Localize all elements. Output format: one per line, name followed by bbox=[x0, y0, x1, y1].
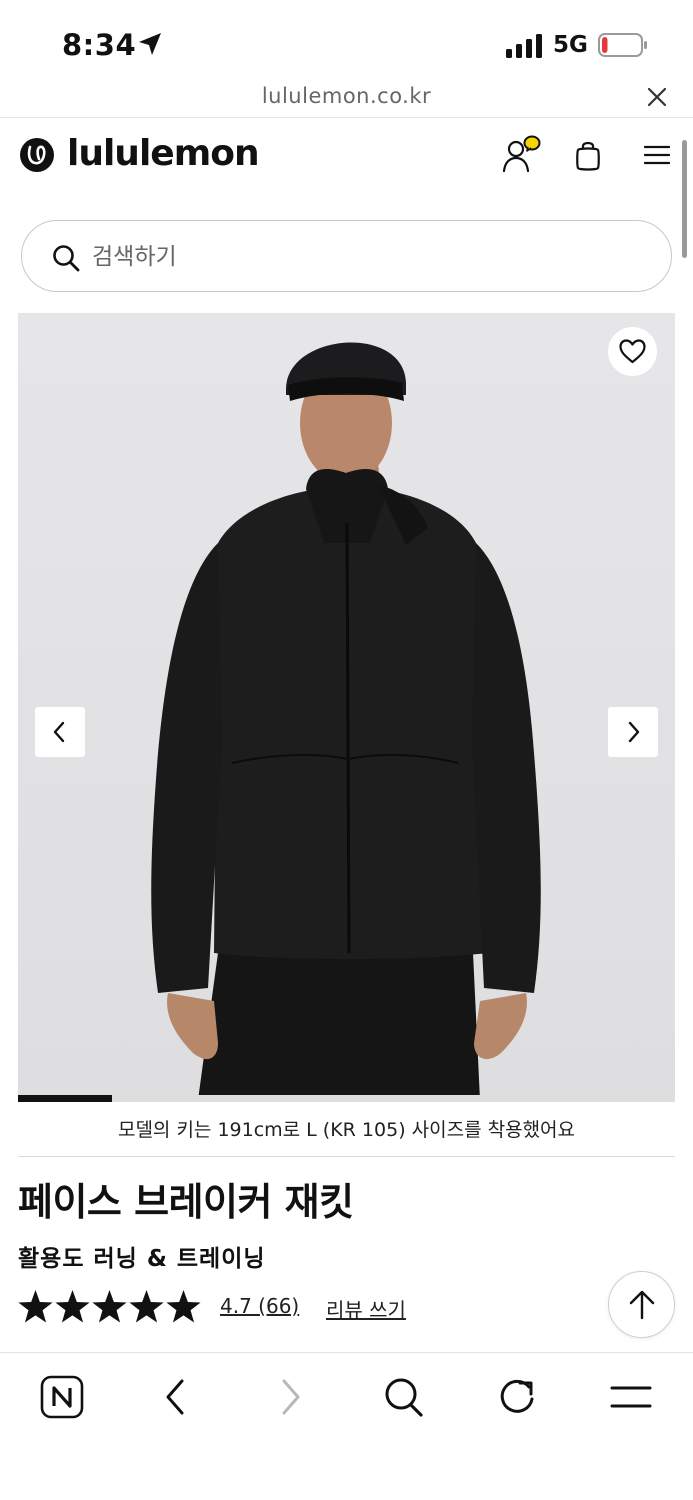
status-bar: 8:34 5G bbox=[0, 0, 693, 86]
star-icon bbox=[55, 1290, 90, 1323]
lululemon-logo-icon[interactable] bbox=[20, 138, 54, 172]
site-header: lululemon bbox=[0, 119, 693, 199]
scroll-to-top-button[interactable] bbox=[608, 1271, 675, 1338]
page-scrollbar[interactable] bbox=[682, 140, 687, 258]
reload-icon[interactable] bbox=[496, 1375, 538, 1419]
gallery-progress-fill bbox=[18, 1095, 112, 1102]
close-icon[interactable] bbox=[646, 86, 668, 108]
hamburger-menu-icon[interactable] bbox=[644, 144, 670, 166]
url-bar[interactable]: lululemon.co.kr bbox=[0, 82, 693, 118]
location-arrow-icon bbox=[139, 33, 161, 55]
star-icon bbox=[166, 1290, 201, 1323]
search-icon bbox=[53, 245, 80, 272]
naver-n-icon[interactable] bbox=[40, 1375, 84, 1419]
model-photo bbox=[18, 313, 675, 1100]
search-box[interactable] bbox=[21, 220, 672, 292]
url-text[interactable]: lululemon.co.kr bbox=[0, 84, 693, 108]
browser-toolbar bbox=[0, 1352, 693, 1500]
model-size-caption: 모델의 키는 191cm로 L (KR 105) 사이즈를 착용했어요 bbox=[117, 1119, 576, 1141]
cellular-signal-icon bbox=[506, 34, 542, 58]
back-icon[interactable] bbox=[160, 1375, 190, 1419]
arrow-up-icon bbox=[629, 1290, 655, 1320]
menu-icon[interactable] bbox=[610, 1375, 652, 1419]
divider bbox=[18, 1156, 675, 1157]
gallery-prev-button[interactable] bbox=[35, 707, 85, 757]
product-activity: 활용도 러닝 & 트레이닝 bbox=[18, 1246, 266, 1272]
star-icon bbox=[92, 1290, 127, 1323]
account-icon[interactable] bbox=[500, 135, 542, 177]
star-icon bbox=[129, 1290, 164, 1323]
search-icon[interactable] bbox=[383, 1375, 425, 1419]
wishlist-button[interactable] bbox=[608, 327, 657, 376]
logo-wordmark[interactable]: lululemon bbox=[67, 133, 260, 174]
shopping-bag-icon[interactable] bbox=[574, 139, 602, 171]
battery-icon bbox=[598, 33, 647, 57]
search-input[interactable] bbox=[92, 239, 632, 275]
product-image[interactable] bbox=[18, 313, 675, 1100]
gallery-next-button[interactable] bbox=[608, 707, 658, 757]
write-review-link[interactable]: 리뷰 쓰기 bbox=[326, 1294, 406, 1323]
chevron-left-icon bbox=[53, 721, 65, 743]
heart-icon bbox=[619, 339, 646, 364]
network-type: 5G bbox=[553, 32, 588, 58]
gallery-progress-bar bbox=[18, 1095, 675, 1102]
star-rating bbox=[18, 1290, 201, 1323]
chevron-right-icon bbox=[628, 721, 640, 743]
star-icon bbox=[18, 1290, 53, 1323]
rating-link[interactable]: 4.7 (66) bbox=[220, 1294, 299, 1318]
status-time: 8:34 bbox=[62, 28, 137, 62]
forward-icon[interactable] bbox=[276, 1375, 306, 1419]
product-title: 페이스 브레이커 재킷 bbox=[18, 1180, 354, 1224]
